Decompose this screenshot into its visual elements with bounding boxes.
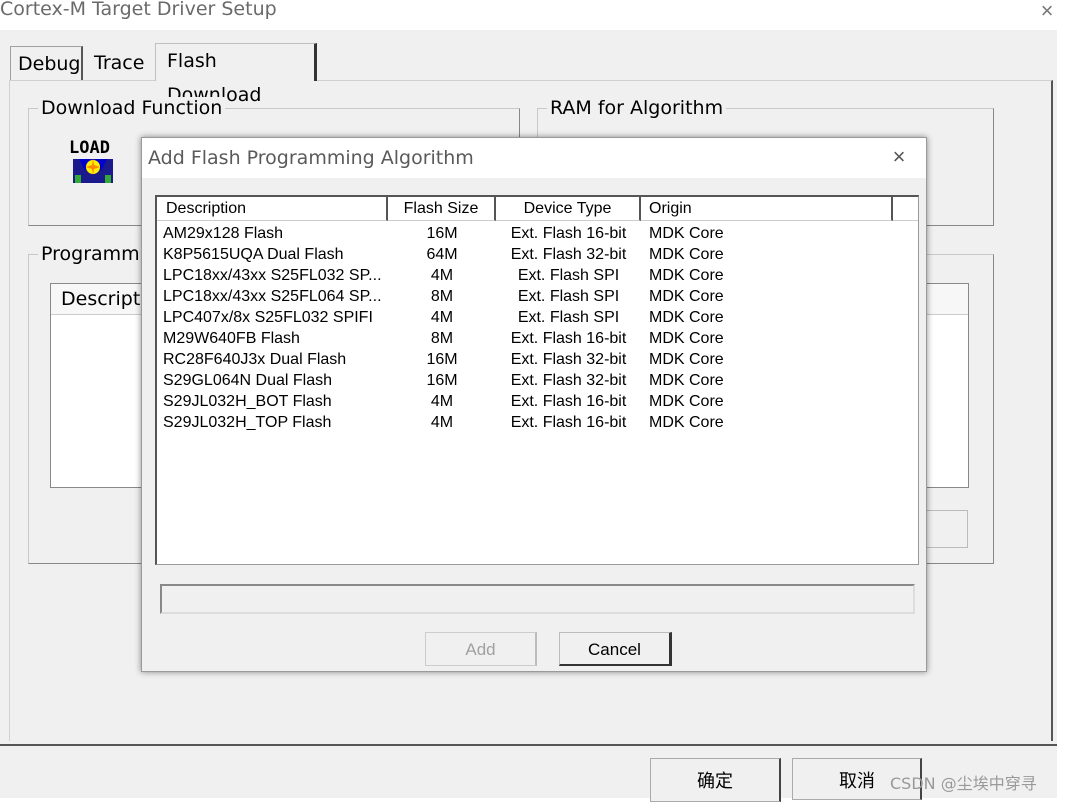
row-description: S29JL032H_BOT Flash	[163, 393, 332, 410]
row-description: S29GL064N Dual Flash	[163, 372, 332, 389]
download-function-label: Download Function	[38, 97, 226, 119]
window-title: Cortex-M Target Driver Setup	[0, 0, 277, 20]
ok-button[interactable]: 确定	[650, 758, 781, 802]
load-icon: LOAD	[69, 137, 117, 185]
row-flash-size: 4M	[430, 267, 454, 284]
column-header-origin[interactable]: Origin	[641, 197, 893, 221]
row-flash-size: 16M	[426, 225, 458, 242]
row-flash-size: 4M	[430, 309, 454, 326]
list-item[interactable]: LPC18xx/43xx S25FL064 SP... 8M Ext. Flas…	[157, 286, 897, 307]
tab-trace[interactable]: Trace	[84, 46, 155, 80]
row-description: LPC407x/8x S25FL032 SPIFI	[163, 309, 373, 326]
list-item[interactable]: LPC18xx/43xx S25FL032 SP... 4M Ext. Flas…	[157, 265, 897, 286]
row-device-type: Ext. Flash 32-bit	[510, 372, 627, 389]
row-origin: MDK Core	[649, 330, 724, 347]
row-description: RC28F640J3x Dual Flash	[163, 351, 347, 368]
row-origin: MDK Core	[649, 309, 724, 326]
dialog-title-bar: Add Flash Programming Algorithm ×	[142, 138, 926, 178]
column-header-flash-size[interactable]: Flash Size	[388, 197, 496, 221]
row-description: AM29x128 Flash	[163, 225, 284, 242]
list-item[interactable]: LPC407x/8x S25FL032 SPIFI 4M Ext. Flash …	[157, 307, 897, 328]
column-header-device-type[interactable]: Device Type	[496, 197, 641, 221]
list-item[interactable]: S29GL064N Dual Flash 16M Ext. Flash 32-b…	[157, 370, 897, 391]
row-flash-size: 8M	[430, 288, 454, 305]
add-flash-algorithm-dialog: Add Flash Programming Algorithm × Descri…	[141, 137, 927, 672]
row-description: LPC18xx/43xx S25FL032 SP...	[163, 267, 382, 284]
algorithm-list[interactable]: Description Flash Size Device Type Origi…	[155, 195, 919, 565]
tab-flash-download[interactable]: Flash Download	[155, 43, 317, 106]
row-device-type: Ext. Flash 32-bit	[510, 351, 627, 368]
column-header-spacer	[893, 197, 918, 221]
tab-debug[interactable]: Debug	[10, 46, 83, 80]
cancel-button[interactable]: Cancel	[559, 632, 672, 666]
row-flash-size: 64M	[426, 246, 458, 263]
ram-for-algorithm-label: RAM for Algorithm	[547, 97, 727, 119]
list-item[interactable]: RC28F640J3x Dual Flash 16M Ext. Flash 32…	[157, 349, 897, 370]
list-item[interactable]: S29JL032H_TOP Flash 4M Ext. Flash 16-bit…	[157, 412, 897, 433]
watermark: CSDN @尘埃中穿寻	[890, 774, 1037, 793]
background-strip	[1057, 30, 1077, 798]
row-device-type: Ext. Flash SPI	[517, 267, 620, 284]
add-button[interactable]: Add	[425, 632, 537, 666]
row-description: LPC18xx/43xx S25FL064 SP...	[163, 288, 382, 305]
row-device-type: Ext. Flash 16-bit	[510, 225, 627, 242]
programming-algorithm-label: Programmi	[38, 243, 148, 265]
row-flash-size: 4M	[430, 393, 454, 410]
divider	[0, 744, 1057, 746]
row-origin: MDK Core	[649, 351, 724, 368]
row-origin: MDK Core	[649, 225, 724, 242]
row-device-type: Ext. Flash SPI	[517, 309, 620, 326]
row-device-type: Ext. Flash 32-bit	[510, 246, 627, 263]
row-origin: MDK Core	[649, 246, 724, 263]
close-icon[interactable]: ×	[1037, 0, 1057, 22]
row-device-type: Ext. Flash 16-bit	[510, 330, 627, 347]
list-item[interactable]: S29JL032H_BOT Flash 4M Ext. Flash 16-bit…	[157, 391, 897, 412]
row-origin: MDK Core	[649, 414, 724, 431]
close-icon[interactable]: ×	[888, 146, 910, 168]
dialog-title: Add Flash Programming Algorithm	[148, 147, 474, 169]
row-device-type: Ext. Flash SPI	[517, 288, 620, 305]
row-device-type: Ext. Flash 16-bit	[510, 393, 627, 410]
row-origin: MDK Core	[649, 288, 724, 305]
list-item[interactable]: AM29x128 Flash 16M Ext. Flash 16-bit MDK…	[157, 223, 897, 244]
row-origin: MDK Core	[649, 372, 724, 389]
window-title-bar: Cortex-M Target Driver Setup ×	[0, 0, 1077, 30]
row-flash-size: 16M	[426, 372, 458, 389]
row-description: K8P5615UQA Dual Flash	[163, 246, 344, 263]
background-field	[922, 510, 968, 548]
list-item[interactable]: M29W640FB Flash 8M Ext. Flash 16-bit MDK…	[157, 328, 897, 349]
row-flash-size: 16M	[426, 351, 458, 368]
row-flash-size: 8M	[430, 330, 454, 347]
column-header-description[interactable]: Description	[157, 197, 388, 221]
row-description: M29W640FB Flash	[163, 330, 300, 347]
row-origin: MDK Core	[649, 267, 724, 284]
progress-bar	[160, 584, 915, 614]
row-origin: MDK Core	[649, 393, 724, 410]
list-header: Description Flash Size Device Type Origi…	[157, 197, 918, 223]
row-device-type: Ext. Flash 16-bit	[510, 414, 627, 431]
svg-text:LOAD: LOAD	[69, 138, 110, 158]
row-description: S29JL032H_TOP Flash	[163, 414, 332, 431]
row-flash-size: 4M	[430, 414, 454, 431]
list-item[interactable]: K8P5615UQA Dual Flash 64M Ext. Flash 32-…	[157, 244, 897, 265]
